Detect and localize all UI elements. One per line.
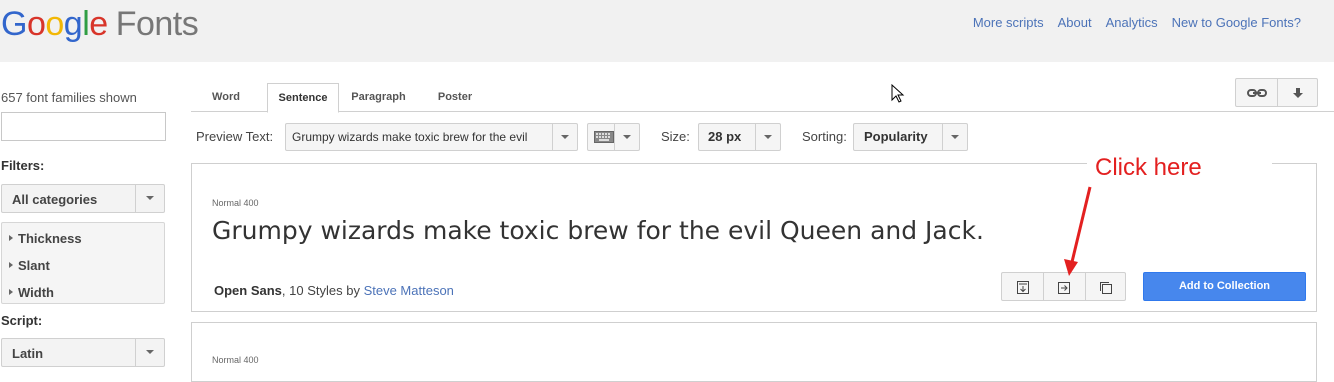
mouse-cursor-icon [891,84,905,103]
pop-out-icon [1058,281,1070,294]
font-author-link[interactable]: Steve Matteson [364,283,454,298]
chevron-down-icon [146,350,154,354]
sorting-value: Popularity [864,129,928,144]
triangle-right-icon [9,262,13,268]
script-label: Script: [1,313,43,328]
font-weight-label: Normal 400 [212,198,259,208]
font-weight-label: Normal 400 [212,355,259,365]
tab-sentence[interactable]: Sentence [267,83,339,113]
keyboard-select[interactable] [587,123,640,151]
font-action-group [1001,272,1126,301]
filter-label: Width [18,285,54,300]
preview-text-label: Preview Text: [196,129,274,144]
google-fonts-logo[interactable]: Google Fonts [1,5,199,44]
chevron-down-icon [764,135,772,139]
quick-use-button[interactable] [1002,273,1043,300]
triangle-right-icon [9,289,13,295]
script-dropdown-toggle[interactable] [135,339,164,366]
size-label: Size: [661,129,690,144]
download-button[interactable] [1277,79,1318,106]
keyboard-dropdown[interactable] [614,124,639,150]
preview-text-input[interactable]: Grumpy wizards make toxic brew for the e… [285,123,578,151]
pop-out-button[interactable] [1043,273,1084,300]
link-button[interactable] [1236,79,1277,106]
font-sample-text: Grumpy wizards make toxic brew for the e… [212,216,984,245]
nav-about[interactable]: About [1058,15,1092,30]
logo-letter: g [63,5,83,43]
filter-thickness[interactable]: Thickness [9,231,82,246]
sorting-label: Sorting: [802,129,847,144]
sorting-dropdown[interactable] [942,124,967,150]
annotation-text: Click here [1095,154,1202,181]
keyboard-icon [594,131,614,143]
link-icon [1246,89,1267,98]
click-here-annotation: Click here [1087,150,1272,190]
top-nav: More scripts About Analytics New to Goog… [973,15,1301,30]
font-meta: Open Sans, 10 Styles by Steve Matteson [214,283,454,298]
font-family-name[interactable]: Open Sans [214,283,282,298]
filter-slant[interactable]: Slant [9,258,50,273]
chevron-down-icon [561,135,569,139]
script-select-value: Latin [12,346,44,361]
filter-label: Slant [18,258,50,273]
tab-poster[interactable]: Poster [421,83,489,112]
chevron-down-icon [951,135,959,139]
chevron-down-icon [146,196,154,200]
category-dropdown-toggle[interactable] [135,185,164,212]
triangle-right-icon [9,235,13,241]
filter-panel: Thickness Slant Width [1,222,165,304]
preview-tabs: Word Sentence Paragraph Poster [191,83,1334,113]
collection-view-icon [1100,281,1112,294]
add-to-collection-button[interactable]: Add to Collection [1143,272,1306,301]
logo-letter: e [89,5,108,43]
preview-text-value: Grumpy wizards make toxic brew for the e… [292,130,528,144]
font-card: Normal 400 [191,322,1317,382]
tab-word[interactable]: Word [191,83,261,112]
share-download-group [1235,78,1318,107]
logo-letter: o [26,5,46,43]
preview-text-dropdown[interactable] [552,124,577,150]
sorting-select[interactable]: Popularity [853,123,968,151]
size-select[interactable]: 28 px [698,123,781,151]
download-icon [1293,88,1303,99]
logo-letter: o [45,5,64,43]
tab-paragraph[interactable]: Paragraph [343,83,414,112]
chevron-down-icon [623,135,631,139]
size-dropdown[interactable] [755,124,780,150]
filters-label: Filters: [1,158,45,173]
collection-view-button[interactable] [1085,273,1126,300]
search-input[interactable] [1,112,166,141]
category-select-value: All categories [12,192,98,207]
script-select[interactable]: Latin [1,338,165,367]
nav-new-to-google-fonts[interactable]: New to Google Fonts? [1172,15,1301,30]
logo-letter: G [1,5,27,43]
filter-label: Thickness [18,231,82,246]
font-styles-text: , 10 Styles by [281,283,364,298]
quick-use-icon [1016,281,1029,295]
category-select[interactable]: All categories [1,184,165,213]
filter-width[interactable]: Width [9,285,54,300]
nav-analytics[interactable]: Analytics [1106,15,1158,30]
logo-product-name: Fonts [115,5,199,43]
header: Google Fonts More scripts About Analytics… [0,0,1334,62]
family-count: 657 font families shown [1,90,137,105]
size-value: 28 px [708,129,742,144]
nav-more-scripts[interactable]: More scripts [973,15,1044,30]
